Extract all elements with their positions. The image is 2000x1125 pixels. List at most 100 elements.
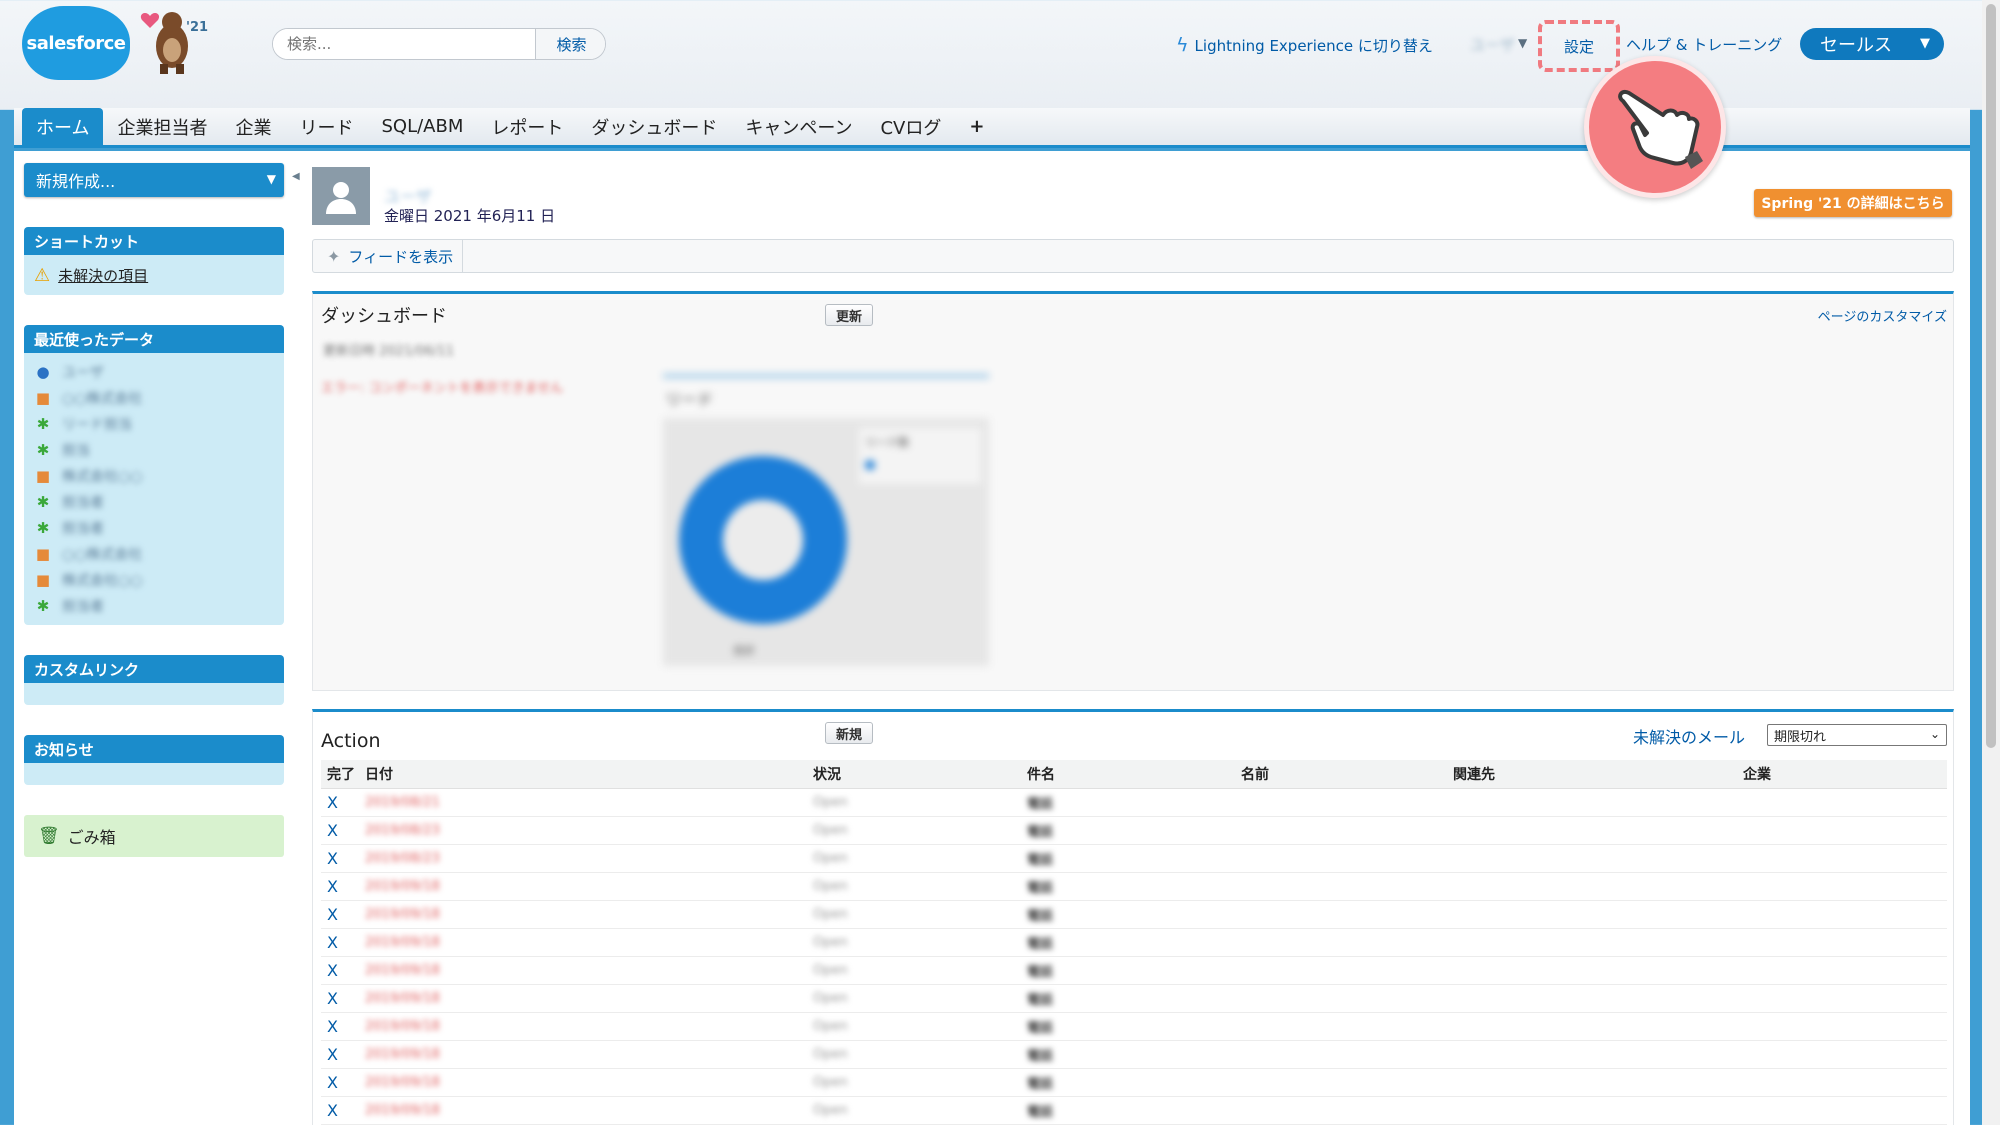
done-toggle[interactable]: X — [327, 1045, 338, 1064]
avatar[interactable] — [312, 167, 370, 225]
dashboard-chart[interactable]: リード リード数 合計 — [663, 374, 989, 666]
column-header-name[interactable]: 名前 — [1235, 760, 1447, 789]
action-status: Open — [813, 1074, 848, 1090]
action-subject-link[interactable]: 電話 — [1027, 993, 1053, 1008]
column-header-account[interactable]: 企業 — [1737, 760, 1947, 789]
empty-cell — [1737, 928, 1947, 957]
help-training-link[interactable]: ヘルプ & トレーニング — [1626, 34, 1782, 55]
user-menu[interactable]: ユーザ — [1470, 34, 1515, 55]
done-toggle[interactable]: X — [327, 961, 338, 980]
action-date-link[interactable]: 2019/08/23 — [365, 851, 440, 866]
recent-item[interactable]: ■ 株式会社○○ — [34, 567, 274, 593]
empty-cell — [1447, 872, 1737, 901]
tab-leads[interactable]: リード — [285, 108, 367, 145]
scrollbar-thumb[interactable] — [1986, 4, 1996, 748]
action-date-link[interactable]: 2019/09/18 — [365, 1019, 440, 1034]
action-subject-link[interactable]: 電話 — [1027, 881, 1053, 896]
current-date: 金曜日 2021 年6月11 日 — [384, 207, 556, 225]
done-toggle[interactable]: X — [327, 793, 338, 812]
new-create-dropdown[interactable]: 新規作成... ▼ — [24, 163, 284, 197]
action-subject-link[interactable]: 電話 — [1027, 1105, 1053, 1120]
tab-contacts[interactable]: 企業担当者 — [103, 108, 221, 145]
done-toggle[interactable]: X — [327, 1073, 338, 1092]
recent-item[interactable]: ✱ 担当者 — [34, 489, 274, 515]
recent-item[interactable]: ■ ○○株式会社 — [34, 541, 274, 567]
column-header-done[interactable]: 完了 — [321, 760, 359, 789]
tab-campaigns[interactable]: キャンペーン — [731, 108, 866, 145]
tab-reports[interactable]: レポート — [477, 108, 577, 145]
done-toggle[interactable]: X — [327, 989, 338, 1008]
shortcut-open-items[interactable]: ⚠ 未解決の項目 — [34, 261, 274, 289]
chevron-down-icon: ⌄ — [1929, 727, 1940, 741]
building-icon: ■ — [35, 571, 51, 589]
chevron-down-icon[interactable]: ▼ — [1518, 36, 1527, 50]
recent-item[interactable]: ■ 株式会社○○ — [34, 463, 274, 489]
done-toggle[interactable]: X — [327, 821, 338, 840]
column-header-related[interactable]: 関連先 — [1447, 760, 1737, 789]
done-toggle[interactable]: X — [327, 849, 338, 868]
app-switcher[interactable]: セールス ▼ — [1800, 28, 1944, 60]
spring-release-badge[interactable]: Spring '21 の詳細はこちら — [1754, 189, 1952, 217]
show-feed-button[interactable]: ✦ フィードを表示 — [313, 240, 463, 272]
action-date-link[interactable]: 2019/09/18 — [365, 1103, 440, 1118]
action-subject-link[interactable]: 電話 — [1027, 797, 1053, 812]
action-subject-link[interactable]: 電話 — [1027, 909, 1053, 924]
recent-item[interactable]: ✱ リード担当 — [34, 411, 274, 437]
open-items-link[interactable]: 未解決の項目 — [58, 265, 148, 286]
empty-cell — [1235, 1040, 1447, 1069]
show-feed-label: フィードを表示 — [348, 247, 454, 266]
tab-accounts[interactable]: 企業 — [221, 108, 285, 145]
user-name[interactable]: ユーザ — [384, 183, 432, 207]
vertical-scrollbar[interactable] — [1982, 0, 2000, 1125]
new-action-button[interactable]: 新規 — [825, 722, 874, 744]
empty-cell — [1737, 956, 1947, 985]
release-tag: '21 — [186, 20, 209, 35]
action-subject-link[interactable]: 電話 — [1027, 965, 1053, 980]
action-date-link[interactable]: 2019/08/21 — [365, 795, 440, 810]
tab-sql-abm[interactable]: SQL/ABM — [367, 108, 477, 145]
column-header-status[interactable]: 状況 — [807, 760, 1021, 789]
recent-item[interactable]: ● ユーザ — [34, 359, 274, 385]
action-subject-link[interactable]: 電話 — [1027, 853, 1053, 868]
recent-item[interactable]: ✱ 担当者 — [34, 593, 274, 619]
action-subject-link[interactable]: 電話 — [1027, 1077, 1053, 1092]
news-section: お知らせ — [24, 735, 284, 785]
action-date-link[interactable]: 2019/09/18 — [365, 879, 440, 894]
switch-to-lightning-link[interactable]: ϟ Lightning Experience に切り替え — [1176, 34, 1433, 56]
collapse-sidebar-icon[interactable]: ◀ — [292, 171, 300, 182]
action-date-link[interactable]: 2019/09/18 — [365, 1047, 440, 1062]
column-header-date[interactable]: 日付 — [359, 760, 807, 789]
customize-page-link[interactable]: ページのカスタマイズ — [1818, 306, 1947, 325]
done-toggle[interactable]: X — [327, 877, 338, 896]
action-subject-link[interactable]: 電話 — [1027, 937, 1053, 952]
done-toggle[interactable]: X — [327, 1101, 338, 1120]
action-date-link[interactable]: 2019/09/18 — [365, 991, 440, 1006]
column-header-subject[interactable]: 件名 — [1021, 760, 1235, 789]
done-toggle[interactable]: X — [327, 905, 338, 924]
add-tab-plus-icon[interactable]: + — [955, 108, 998, 145]
search-input[interactable] — [273, 29, 535, 59]
action-subject-link[interactable]: 電話 — [1027, 825, 1053, 840]
tab-dashboards[interactable]: ダッシュボード — [577, 108, 731, 145]
recycle-bin-link[interactable]: 🗑 ごみ箱 — [24, 815, 284, 857]
action-date-link[interactable]: 2019/09/18 — [365, 907, 440, 922]
action-date-link[interactable]: 2019/09/18 — [365, 963, 440, 978]
custom-links-section: カスタムリンク — [24, 655, 284, 705]
action-date-link[interactable]: 2019/09/18 — [365, 935, 440, 950]
action-subject-link[interactable]: 電話 — [1027, 1021, 1053, 1036]
action-date-link[interactable]: 2019/09/18 — [365, 1075, 440, 1090]
recent-item[interactable]: ✱ 担当者 — [34, 515, 274, 541]
salesforce-logo[interactable]: salesforce — [22, 6, 130, 80]
filter-select[interactable]: 期限切れ ⌄ — [1767, 724, 1947, 746]
done-toggle[interactable]: X — [327, 933, 338, 952]
done-toggle[interactable]: X — [327, 1017, 338, 1036]
search-button[interactable]: 検索 — [535, 29, 605, 59]
action-subject-link[interactable]: 電話 — [1027, 1049, 1053, 1064]
recent-item[interactable]: ■ ○○株式会社 — [34, 385, 274, 411]
open-mail-link[interactable]: 未解決のメール — [1633, 724, 1745, 748]
refresh-button[interactable]: 更新 — [825, 304, 874, 326]
recent-item[interactable]: ✱ 担当 — [34, 437, 274, 463]
tab-cv-log[interactable]: CVログ — [866, 108, 955, 145]
tab-home[interactable]: ホーム — [22, 108, 104, 145]
action-date-link[interactable]: 2019/08/23 — [365, 823, 440, 838]
